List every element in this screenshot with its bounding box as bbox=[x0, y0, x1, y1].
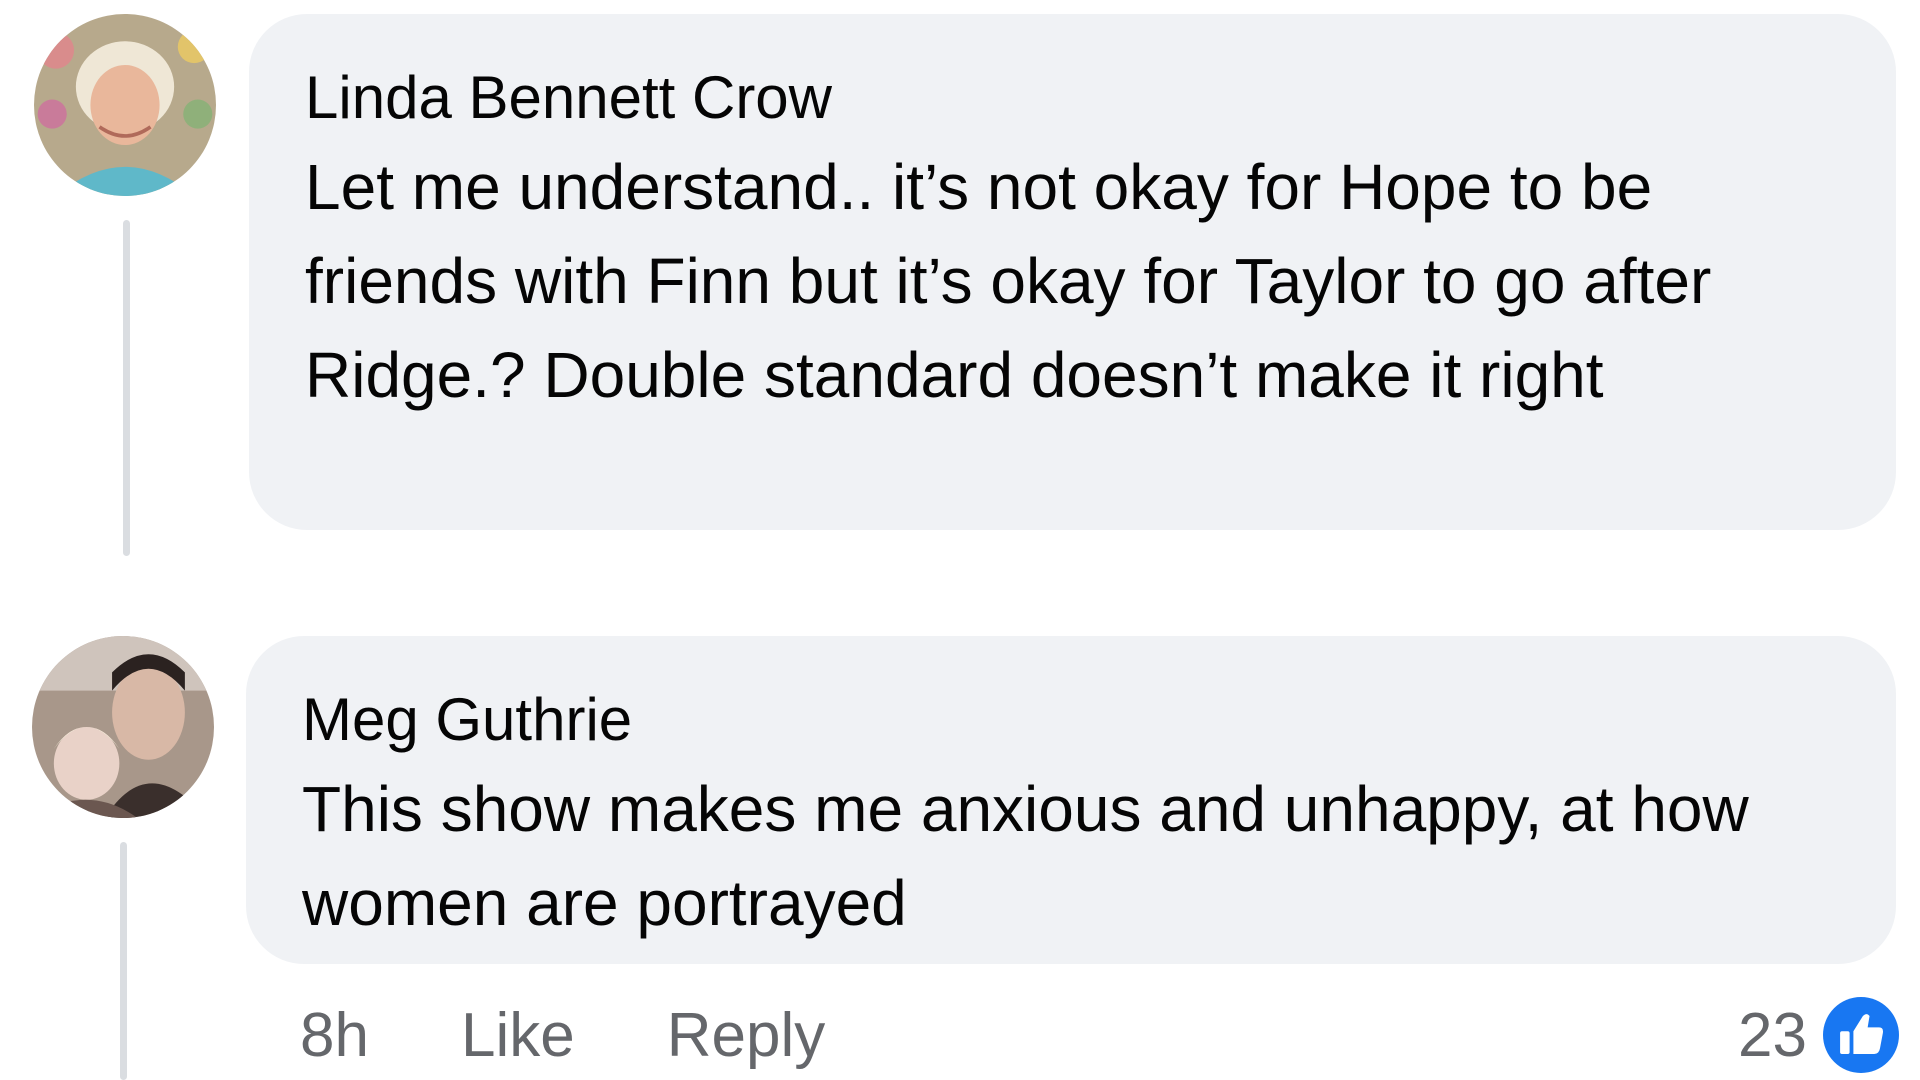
avatar-photo-meg bbox=[32, 636, 214, 818]
comment-author[interactable]: Linda Bennett Crow bbox=[305, 52, 1840, 144]
thread-line bbox=[120, 842, 127, 1080]
reply-button[interactable]: Reply bbox=[667, 1000, 826, 1071]
comment-bubble: Linda Bennett Crow Let me understand.. i… bbox=[249, 14, 1896, 530]
comment-author[interactable]: Meg Guthrie bbox=[302, 674, 1840, 766]
reaction-summary[interactable]: 23 bbox=[1738, 990, 1899, 1080]
comment-bubble: Meg Guthrie This show makes me anxious a… bbox=[246, 636, 1896, 964]
avatar[interactable] bbox=[34, 14, 216, 196]
comment-thread: Linda Bennett Crow Let me understand.. i… bbox=[0, 0, 1920, 1080]
avatar-photo-linda bbox=[34, 14, 216, 196]
comment-timestamp[interactable]: 8h bbox=[300, 1000, 369, 1071]
thumbs-up-icon bbox=[1823, 997, 1899, 1073]
comment-actions: 8h Like Reply bbox=[300, 990, 917, 1080]
comment-text: This show makes me anxious and unhappy, … bbox=[302, 773, 1749, 939]
reaction-count: 23 bbox=[1738, 1000, 1807, 1070]
avatar[interactable] bbox=[32, 636, 214, 818]
comment-text: Let me understand.. it’s not okay for Ho… bbox=[305, 151, 1712, 411]
thread-line bbox=[123, 220, 130, 556]
like-button[interactable]: Like bbox=[461, 1000, 575, 1071]
